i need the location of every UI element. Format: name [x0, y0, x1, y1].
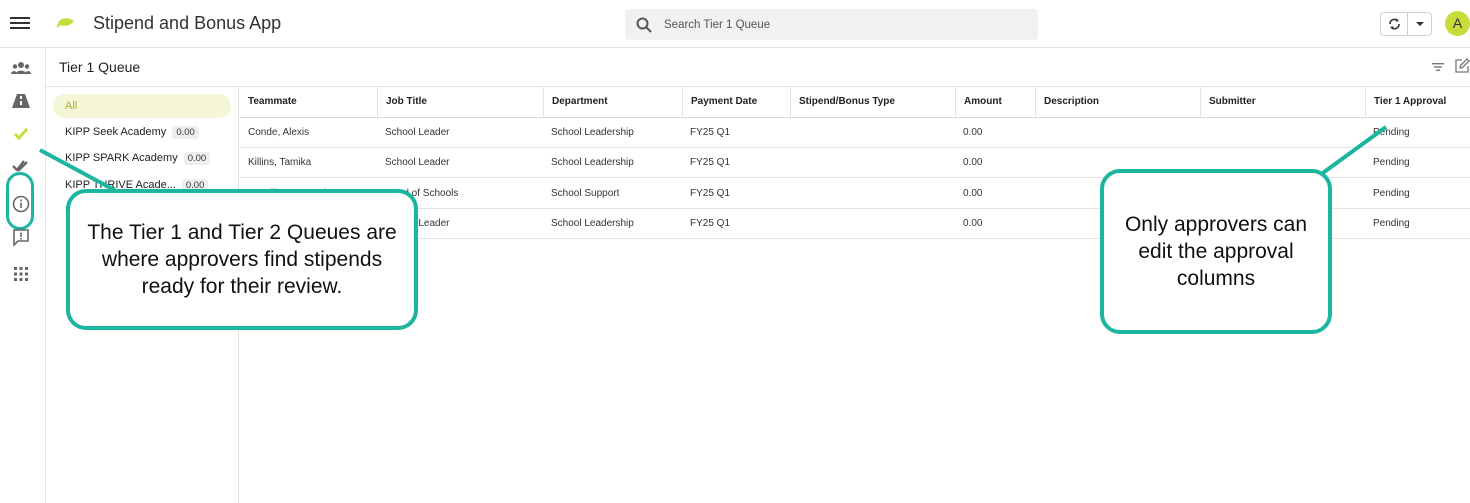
info-icon[interactable] — [10, 193, 32, 215]
column-header[interactable]: Job Title — [377, 87, 543, 117]
filter-item-count: 0.00 — [172, 126, 199, 139]
approvers-callout: Only approvers can edit the approval col… — [1100, 169, 1332, 334]
tier2-double-check-icon[interactable] — [10, 155, 32, 177]
edit-icon[interactable] — [1454, 58, 1470, 74]
cell-department: School Leadership — [551, 127, 634, 138]
team-icon[interactable] — [10, 58, 32, 80]
cell-payment-date: FY25 Q1 — [690, 157, 731, 168]
filter-item-label: KIPP Seek Academy — [65, 126, 167, 138]
app-title: Stipend and Bonus App — [93, 13, 282, 33]
column-header[interactable]: Payment Date — [682, 87, 790, 117]
cell-amount: 0.00 — [963, 218, 983, 229]
caret-down-icon — [1416, 22, 1424, 26]
column-header[interactable]: Tier 1 Approval — [1365, 87, 1470, 117]
column-header[interactable]: Department — [543, 87, 682, 117]
cell-type — [790, 209, 955, 239]
filter-item-label: KIPP SPARK Academy — [65, 152, 178, 164]
cell-amount: 0.00 — [963, 157, 983, 168]
road-icon[interactable] — [10, 90, 32, 112]
cell-tier1-approval[interactable]: Pending — [1365, 209, 1470, 239]
tier1-check-icon[interactable] — [10, 123, 32, 145]
app-logo — [56, 18, 74, 28]
cell-amount: 0.00 — [963, 127, 983, 138]
cell-type — [790, 148, 955, 178]
cell-submitter — [1200, 118, 1365, 148]
left-rail — [0, 48, 46, 503]
filter-item-count: 0.00 — [183, 152, 211, 165]
filter-item[interactable]: KIPP Seek Academy 0.00 — [65, 126, 199, 139]
app-header: Stipend and Bonus App A — [0, 0, 1470, 48]
cell-payment-date: FY25 Q1 — [690, 127, 731, 138]
cell-tier1-approval[interactable]: Pending — [1365, 118, 1470, 148]
cell-payment-date: FY25 Q1 — [690, 218, 731, 229]
cell-type — [790, 179, 955, 209]
cell-teammate: Killins, Tamika — [248, 157, 312, 168]
feedback-icon[interactable] — [10, 226, 32, 248]
column-header[interactable]: Submitter — [1200, 87, 1365, 117]
apps-grid-icon[interactable] — [10, 263, 32, 285]
refresh-split-button[interactable] — [1380, 12, 1432, 36]
cell-job-title: School Leader — [385, 157, 450, 168]
column-header[interactable]: Stipend/Bonus Type — [790, 87, 955, 117]
table-header-row: Teammate Job Title Department Payment Da… — [240, 87, 1470, 118]
search-bar[interactable] — [625, 9, 1038, 40]
column-header[interactable]: Amount — [955, 87, 1035, 117]
tier-queues-callout: The Tier 1 and Tier 2 Queues are where a… — [66, 189, 418, 330]
filter-icon[interactable] — [1431, 60, 1445, 74]
menu-icon[interactable] — [10, 14, 30, 34]
page-title: Tier 1 Queue — [59, 59, 141, 75]
cell-payment-date: FY25 Q1 — [690, 188, 731, 199]
column-header[interactable]: Teammate — [240, 87, 377, 117]
cell-type — [790, 118, 955, 148]
search-input[interactable] — [664, 9, 1024, 40]
cell-department: School Support — [551, 188, 620, 199]
cell-description — [1035, 118, 1200, 148]
search-icon — [636, 17, 652, 33]
cell-tier1-approval[interactable]: Pending — [1365, 179, 1470, 209]
user-avatar[interactable]: A — [1445, 11, 1470, 36]
cell-tier1-approval[interactable]: Pending — [1365, 148, 1470, 178]
cell-teammate: Conde, Alexis — [248, 127, 310, 138]
cell-department: School Leadership — [551, 218, 634, 229]
refresh-icon — [1389, 18, 1400, 30]
refresh-options-button[interactable] — [1408, 13, 1432, 35]
column-header[interactable]: Description — [1035, 87, 1200, 117]
cell-job-title: School Leader — [385, 127, 450, 138]
refresh-button[interactable] — [1381, 13, 1408, 35]
filter-item[interactable]: KIPP SPARK Academy 0.00 — [65, 152, 211, 165]
table-row[interactable]: Conde, Alexis School Leader School Leade… — [240, 118, 1470, 148]
cell-department: School Leadership — [551, 157, 634, 168]
filter-item-all[interactable]: All — [53, 94, 231, 118]
cell-amount: 0.00 — [963, 188, 983, 199]
